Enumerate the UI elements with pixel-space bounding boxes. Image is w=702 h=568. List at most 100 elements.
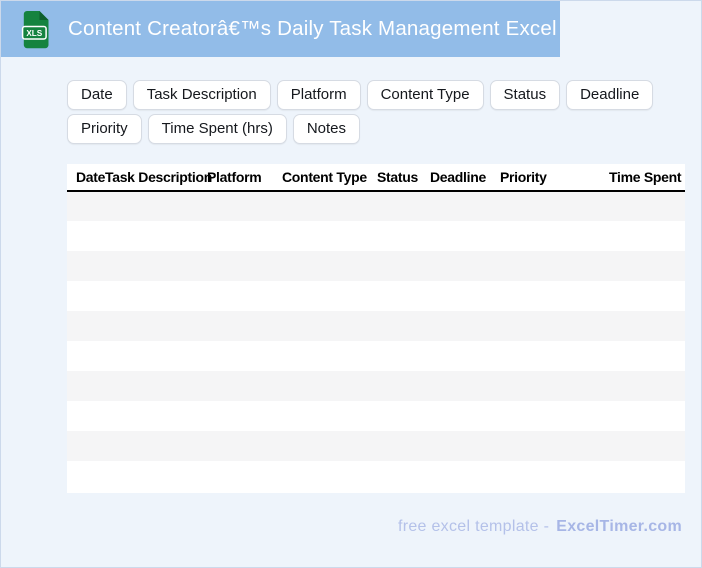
column-header-task-description: Task Description <box>105 164 212 192</box>
empty-cell <box>430 251 500 281</box>
table-row <box>67 371 685 401</box>
table-row <box>67 341 685 371</box>
xls-file-icon: XLS <box>20 10 51 49</box>
empty-cell <box>105 221 207 251</box>
empty-cell <box>609 281 685 311</box>
empty-cell <box>377 191 430 221</box>
chip-priority[interactable]: Priority <box>67 114 142 144</box>
empty-cell <box>609 311 685 341</box>
empty-cell <box>500 311 609 341</box>
chip-task-description[interactable]: Task Description <box>132 80 271 110</box>
chip-content-type[interactable]: Content Type <box>366 80 484 110</box>
empty-cell <box>207 461 282 491</box>
empty-cell <box>377 251 430 281</box>
empty-cell <box>282 221 377 251</box>
empty-cell <box>105 431 207 461</box>
empty-cell <box>67 221 105 251</box>
empty-cell <box>282 461 377 491</box>
empty-cell <box>609 461 685 491</box>
empty-cell <box>207 371 282 401</box>
empty-cell <box>377 401 430 431</box>
empty-cell <box>430 341 500 371</box>
empty-cell <box>609 401 685 431</box>
empty-cell <box>500 401 609 431</box>
empty-cell <box>500 221 609 251</box>
empty-cell <box>105 191 207 221</box>
empty-cell <box>105 311 207 341</box>
empty-cell <box>430 191 500 221</box>
empty-cell <box>377 371 430 401</box>
chip-date[interactable]: Date <box>67 80 127 110</box>
table-row <box>67 281 685 311</box>
empty-cell <box>609 371 685 401</box>
column-header-deadline: Deadline <box>430 164 500 192</box>
empty-cell <box>207 251 282 281</box>
empty-cell <box>430 431 500 461</box>
empty-cell <box>377 431 430 461</box>
column-header-content-type: Content Type <box>282 164 377 192</box>
table-row <box>67 191 685 221</box>
chip-notes[interactable]: Notes <box>292 114 360 144</box>
empty-cell <box>67 461 105 491</box>
template-preview-page: XLS Content Creatorâ€™s Daily Task Manag… <box>0 0 702 568</box>
empty-cell <box>609 191 685 221</box>
field-chip-list: Date Task Description Platform Content Type… <box>67 80 691 144</box>
page-title: Content Creatorâ€™s Daily Task Managemen… <box>68 17 557 40</box>
column-header-time-spent-hrs: Time Spent (hrs) <box>609 164 685 192</box>
empty-cell <box>67 341 105 371</box>
table-row <box>67 431 685 461</box>
column-header-platform: Platform <box>207 164 282 192</box>
empty-cell <box>207 311 282 341</box>
empty-cell <box>282 251 377 281</box>
empty-cell <box>430 461 500 491</box>
empty-cell <box>377 461 430 491</box>
empty-cell <box>430 281 500 311</box>
task-table-card: Date Task Description Platform Content Type… <box>67 164 685 493</box>
empty-cell <box>207 401 282 431</box>
empty-cell <box>67 281 105 311</box>
empty-cell <box>67 311 105 341</box>
empty-cell <box>67 251 105 281</box>
empty-cell <box>377 311 430 341</box>
empty-cell <box>67 371 105 401</box>
empty-cell <box>282 341 377 371</box>
empty-cell <box>609 221 685 251</box>
chip-status[interactable]: Status <box>489 80 561 110</box>
empty-cell <box>500 461 609 491</box>
empty-cell <box>207 191 282 221</box>
empty-cell <box>282 191 377 221</box>
empty-cell <box>430 401 500 431</box>
empty-cell <box>67 401 105 431</box>
table-row <box>67 251 685 281</box>
empty-cell <box>377 281 430 311</box>
empty-cell <box>282 281 377 311</box>
column-header-date: Date <box>67 164 105 192</box>
empty-cell <box>500 341 609 371</box>
empty-cell <box>67 191 105 221</box>
empty-cell <box>105 341 207 371</box>
header-bar: XLS Content Creatorâ€™s Daily Task Manag… <box>1 1 560 57</box>
empty-cell <box>207 431 282 461</box>
empty-cell <box>609 251 685 281</box>
empty-cell <box>609 431 685 461</box>
empty-cell <box>67 431 105 461</box>
empty-cell <box>430 371 500 401</box>
empty-cell <box>207 341 282 371</box>
chip-time-spent-hrs[interactable]: Time Spent (hrs) <box>147 114 287 144</box>
empty-cell <box>105 461 207 491</box>
empty-cell <box>207 221 282 251</box>
empty-cell <box>282 401 377 431</box>
footer-brand-link[interactable]: ExcelTimer.com <box>556 518 682 535</box>
table-header-row: Date Task Description Platform Content Type… <box>67 164 685 192</box>
chip-deadline[interactable]: Deadline <box>566 80 654 110</box>
empty-cell <box>377 221 430 251</box>
column-header-status: Status <box>377 164 430 192</box>
empty-cell <box>105 371 207 401</box>
table-row <box>67 221 685 251</box>
empty-cell <box>377 341 430 371</box>
column-header-priority: Priority <box>500 164 609 192</box>
table-row <box>67 311 685 341</box>
chip-platform[interactable]: Platform <box>276 80 361 110</box>
empty-cell <box>282 431 377 461</box>
xls-icon-label: XLS <box>26 29 42 38</box>
